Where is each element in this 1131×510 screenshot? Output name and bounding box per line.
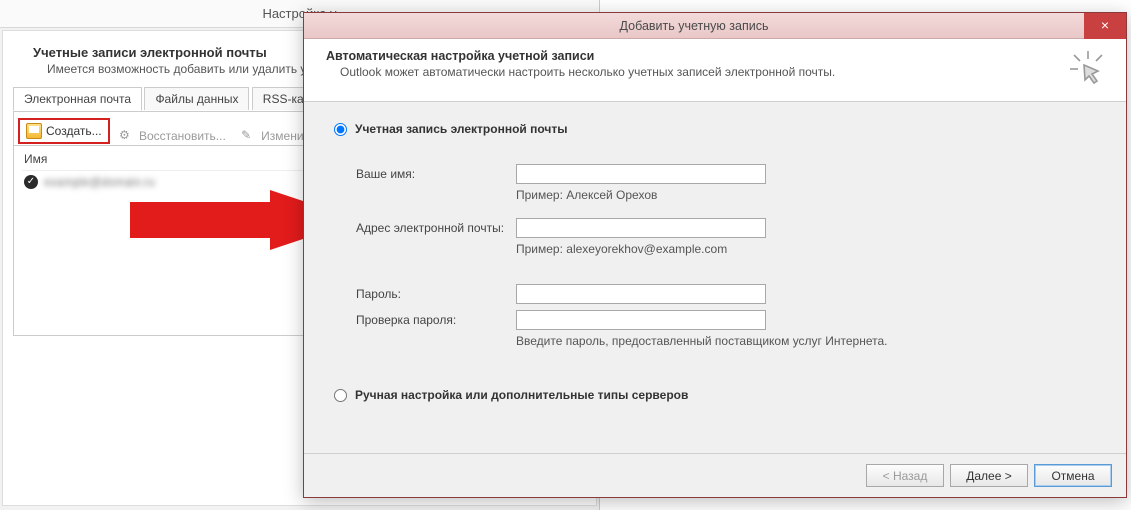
radio-email-account[interactable]: Учетная запись электронной почты [334,122,1102,136]
restore-account-button[interactable]: Восстановить... [113,125,232,147]
default-check-icon: ✓ [24,175,38,189]
cursor-click-icon [1068,49,1108,89]
email-input[interactable] [516,218,766,238]
create-label: Создать... [46,124,102,138]
wizard-footer: < Назад Далее > Отмена [304,453,1126,497]
wizard-heading: Автоматическая настройка учетной записи [326,49,1068,63]
close-button[interactable]: × [1084,13,1126,39]
password-hint: Введите пароль, предоставленный поставщи… [516,334,1102,348]
mail-icon [26,123,42,139]
wizard-subheading: Outlook может автоматически настроить не… [340,65,1068,79]
wrench-icon [119,128,135,144]
radio-manual-label: Ручная настройка или дополнительные типы… [355,388,688,402]
wizard-header: Автоматическая настройка учетной записи … [304,39,1126,102]
cancel-button[interactable]: Отмена [1034,464,1112,487]
create-account-button[interactable]: Создать... [18,118,110,144]
name-input[interactable] [516,164,766,184]
back-button[interactable]: < Назад [866,464,944,487]
account-address: example@domain.ru [44,175,155,189]
restore-label: Восстановить... [139,129,226,143]
tab-email[interactable]: Электронная почта [13,87,142,111]
next-button[interactable]: Далее > [950,464,1028,487]
radio-auto-label: Учетная запись электронной почты [355,122,568,136]
radio-manual-setup[interactable]: Ручная настройка или дополнительные типы… [334,388,1102,402]
password-input[interactable] [516,284,766,304]
radio-auto-input[interactable] [334,123,347,136]
password2-input[interactable] [516,310,766,330]
email-label: Адрес электронной почты: [356,221,516,235]
email-hint: Пример: alexeyorekhov@example.com [516,242,1102,256]
tab-data-files[interactable]: Файлы данных [144,87,249,110]
wizard-title: Добавить учетную запись [304,19,1084,33]
pencil-icon [241,128,257,144]
close-icon: × [1101,17,1109,33]
password2-label: Проверка пароля: [356,313,516,327]
account-form: Ваше имя: Пример: Алексей Орехов Адрес э… [356,162,1102,348]
name-label: Ваше имя: [356,167,516,181]
wizard-body: Учетная запись электронной почты Ваше им… [304,102,1126,453]
password-label: Пароль: [356,287,516,301]
radio-manual-input[interactable] [334,389,347,402]
wizard-titlebar: Добавить учетную запись × [304,13,1126,39]
add-account-dialog: Добавить учетную запись × Автоматическая… [303,12,1127,498]
name-hint: Пример: Алексей Орехов [516,188,1102,202]
